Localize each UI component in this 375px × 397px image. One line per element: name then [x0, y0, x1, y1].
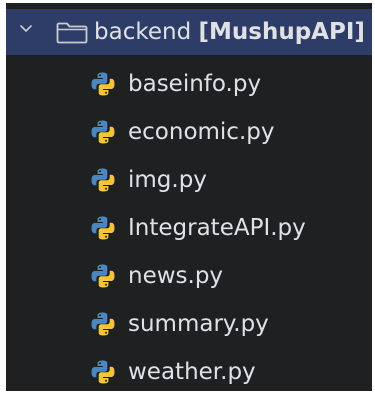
folder-row-backend[interactable]: backend [MushupAPI]	[6, 9, 372, 55]
file-item-economic[interactable]: economic.py	[6, 109, 372, 157]
file-item-news[interactable]: news.py	[6, 253, 372, 301]
module-name: [MushupAPI]	[198, 19, 365, 45]
chevron-down-icon[interactable]	[18, 20, 34, 36]
folder-name: backend	[94, 19, 192, 45]
python-file-icon	[90, 119, 116, 145]
file-list: baseinfo.py economic.py img.py Integrate…	[6, 61, 372, 397]
python-file-icon	[90, 71, 116, 97]
file-name: img.py	[128, 167, 207, 193]
folder-label: backend [MushupAPI]	[94, 9, 365, 55]
file-name: news.py	[128, 263, 224, 289]
python-file-icon	[90, 359, 116, 385]
file-name: weather.py	[128, 359, 256, 385]
file-name: IntegrateAPI.py	[128, 215, 306, 241]
file-item-img[interactable]: img.py	[6, 157, 372, 205]
python-file-icon	[90, 215, 116, 241]
folder-icon	[56, 22, 88, 44]
python-file-icon	[90, 311, 116, 337]
file-item-weather[interactable]: weather.py	[6, 349, 372, 397]
project-tree-panel: backend [MushupAPI] baseinfo.py economic…	[6, 3, 372, 391]
file-item-baseinfo[interactable]: baseinfo.py	[6, 61, 372, 109]
python-file-icon	[90, 167, 116, 193]
file-name: economic.py	[128, 119, 275, 145]
file-item-summary[interactable]: summary.py	[6, 301, 372, 349]
file-name: baseinfo.py	[128, 71, 262, 97]
python-file-icon	[90, 263, 116, 289]
file-name: summary.py	[128, 311, 269, 337]
file-item-integrateapi[interactable]: IntegrateAPI.py	[6, 205, 372, 253]
